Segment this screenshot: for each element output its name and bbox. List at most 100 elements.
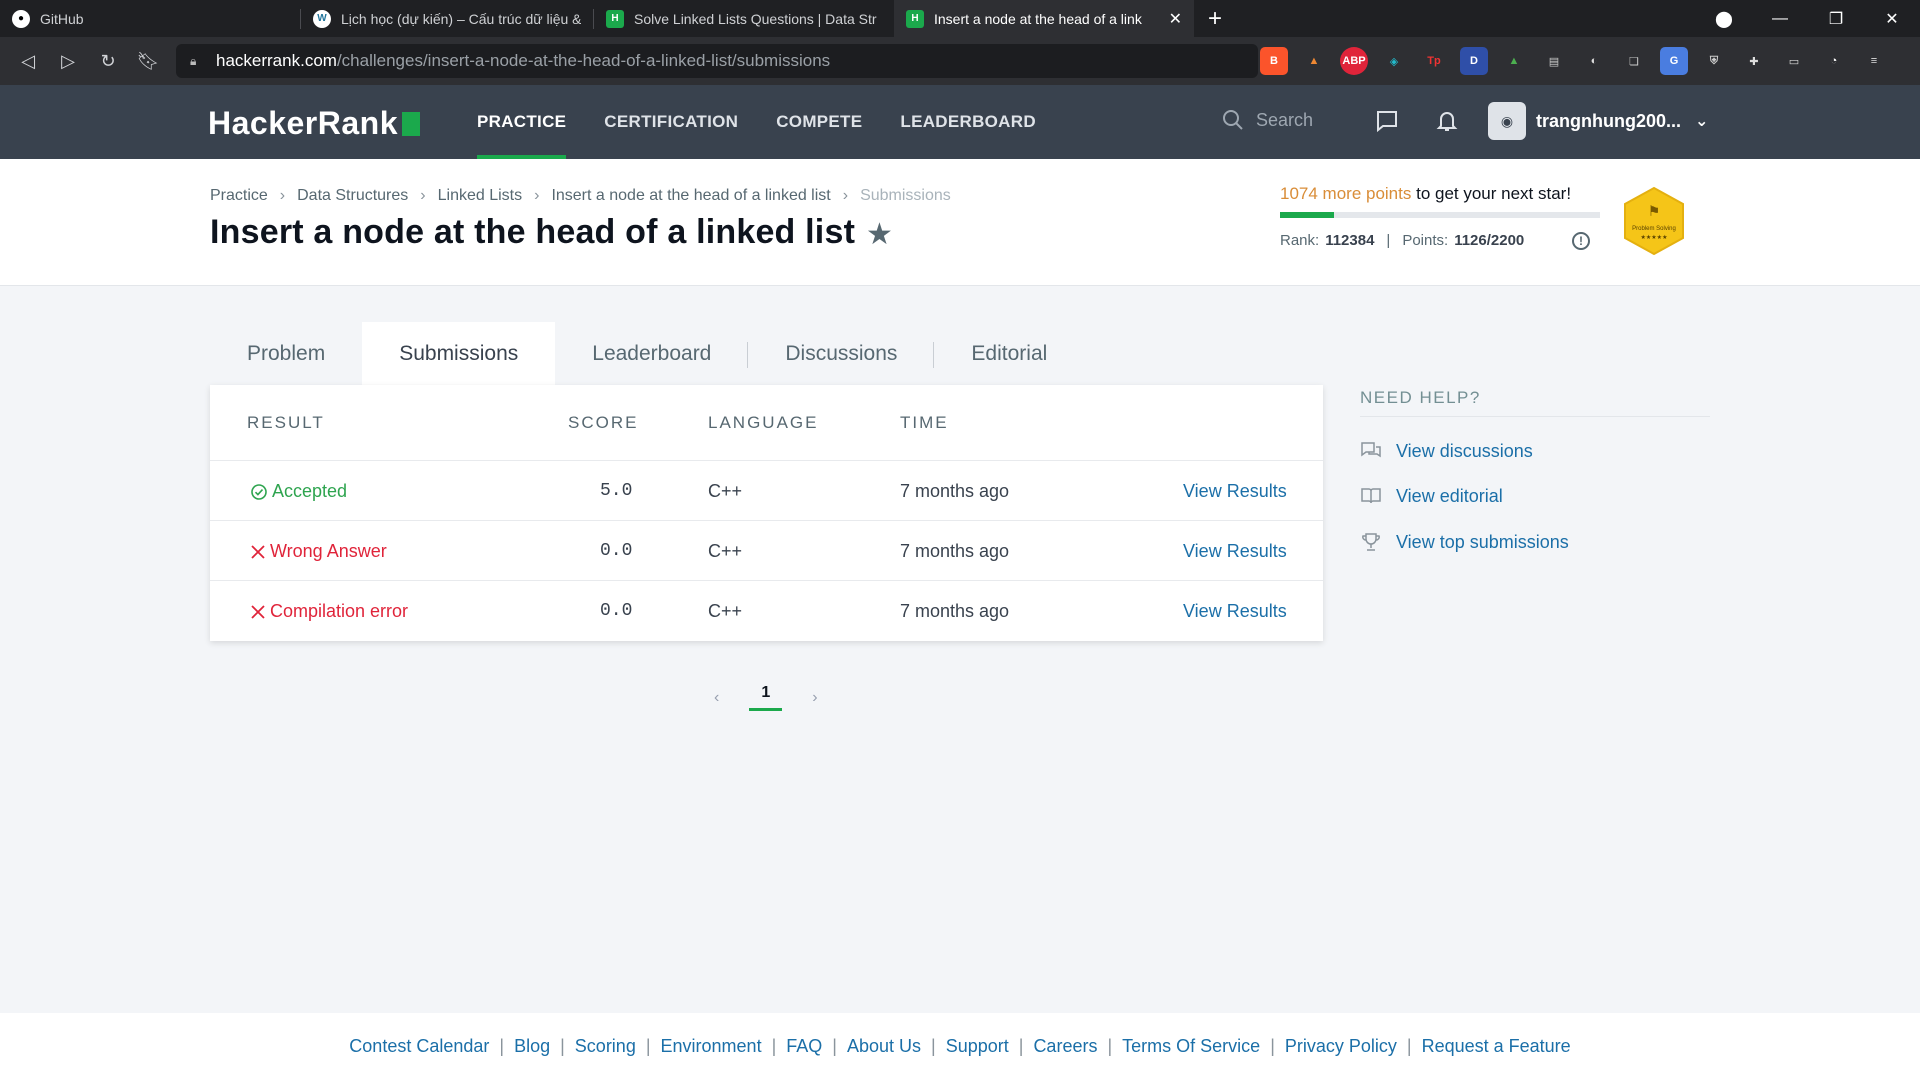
search-box[interactable]: Search [1222, 109, 1313, 131]
user-menu[interactable]: ◉ trangnhung200... ⌄ [1488, 102, 1708, 140]
bell-icon[interactable] [1434, 109, 1460, 135]
language-cell: C++ [708, 481, 743, 501]
close-tab-icon[interactable]: ✕ [1169, 9, 1182, 29]
star-progress-fill [1280, 212, 1335, 218]
extension-tp-icon[interactable]: Tp [1420, 47, 1448, 75]
footer-separator: | [1270, 1036, 1275, 1056]
tab-leaderboard[interactable]: Leaderboard [555, 322, 749, 386]
view-editorial-link[interactable]: View editorial [1360, 485, 1503, 507]
wordpress-icon: W [313, 9, 331, 28]
page-number[interactable]: 1 [749, 684, 783, 711]
wallet-icon[interactable]: ▭ [1780, 47, 1808, 75]
tab-editorial[interactable]: Editorial [934, 322, 1084, 386]
google-translate-icon[interactable]: G [1660, 47, 1688, 75]
breadcrumb-linked-lists[interactable]: Linked Lists [438, 187, 523, 205]
extension-shield-icon[interactable]: ⛨ [1700, 47, 1728, 75]
forward-icon[interactable]: ▷ [48, 51, 88, 72]
browser-tab-insert-node[interactable]: H Insert a node at the head of a link ✕ [894, 0, 1194, 37]
nav-certification[interactable]: CERTIFICATION [604, 85, 738, 159]
help-link-label: View editorial [1396, 485, 1503, 506]
breadcrumb-challenge[interactable]: Insert a node at the head of a linked li… [551, 187, 830, 205]
badge-label: Problem Solving [1632, 226, 1676, 232]
new-tab-icon[interactable]: + [1208, 5, 1222, 33]
footer-separator: | [560, 1036, 565, 1056]
browser-tab-lich-hoc[interactable]: W Lịch học (dự kiến) – Cấu trúc dữ liệu … [301, 0, 593, 37]
chevron-right-icon: › [842, 187, 849, 204]
extension-keyboard-icon[interactable]: ▤ [1540, 47, 1568, 75]
footer-link[interactable]: Terms Of Service [1122, 1036, 1260, 1057]
nav-leaderboard[interactable]: LEADERBOARD [900, 85, 1036, 159]
score-cell: 5.0 [600, 481, 633, 501]
back-icon[interactable]: ◁ [8, 51, 48, 72]
footer-link[interactable]: Contest Calendar [349, 1036, 489, 1057]
discussion-icon [1361, 442, 1381, 458]
extension-globe-icon[interactable]: ◐ [1580, 47, 1608, 75]
reload-icon[interactable]: ↻ [88, 51, 128, 72]
view-results-link[interactable]: View Results [1183, 541, 1287, 562]
extension-d-icon[interactable]: D [1460, 47, 1488, 75]
google-drive-icon[interactable]: ▲ [1500, 47, 1528, 75]
browser-tab-github[interactable]: ● GitHub [0, 0, 300, 37]
breadcrumb-data-structures[interactable]: Data Structures [297, 187, 408, 205]
view-results-link[interactable]: View Results [1183, 601, 1287, 622]
brave-rewards-icon[interactable]: ▲ [1300, 47, 1328, 75]
footer-link[interactable]: Blog [514, 1036, 550, 1057]
footer-link[interactable]: FAQ [786, 1036, 822, 1057]
submissions-table: RESULT SCORE LANGUAGE TIME Accepted 5.0 … [210, 385, 1323, 641]
time-cell: 7 months ago [900, 481, 1010, 501]
nav-practice[interactable]: PRACTICE [477, 85, 567, 159]
footer-link[interactable]: About Us [847, 1036, 921, 1057]
points-value: 1126/2200 [1454, 232, 1525, 249]
browser-menu-icon[interactable]: ⬤ [1696, 9, 1752, 29]
tab-label: Discussions [785, 342, 898, 365]
footer-link[interactable]: Scoring [575, 1036, 636, 1057]
restore-icon[interactable]: ❐ [1808, 9, 1864, 29]
footer-link[interactable]: Privacy Policy [1285, 1036, 1397, 1057]
chevron-right-icon[interactable]: › [812, 689, 817, 707]
tab-discussions[interactable]: Discussions [748, 322, 935, 386]
language-cell: C++ [708, 601, 743, 621]
footer-link[interactable]: Request a Feature [1422, 1036, 1571, 1057]
hackerrank-logo[interactable]: HackerRank [208, 105, 420, 142]
extension-icon[interactable]: ◈ [1380, 47, 1408, 75]
close-icon [251, 544, 265, 559]
nav-compete[interactable]: COMPETE [776, 85, 862, 159]
info-icon[interactable]: ! [1572, 232, 1590, 250]
close-window-icon[interactable]: ✕ [1864, 9, 1920, 29]
footer-link[interactable]: Careers [1033, 1036, 1097, 1057]
chevron-left-icon[interactable]: ‹ [714, 689, 719, 707]
browser-toolbar: ◁ ▷ ↻ 🔖︎ 🔒︎ hackerrank.com/challenges/in… [0, 37, 1920, 85]
help-link-label: View top submissions [1396, 531, 1569, 552]
tab-problem[interactable]: Problem [210, 322, 362, 386]
messages-icon[interactable] [1374, 109, 1400, 135]
page-title: Insert a node at the head of a linked li… [210, 213, 856, 251]
breadcrumb-practice[interactable]: Practice [210, 187, 268, 205]
url-bar[interactable]: 🔒︎ hackerrank.com/challenges/insert-a-no… [176, 44, 1258, 78]
bookmark-star-icon[interactable]: ★ [866, 217, 893, 252]
tab-label: Submissions [399, 342, 519, 365]
profile-icon[interactable]: ◔ [1820, 47, 1848, 75]
view-results-link[interactable]: View Results [1183, 481, 1287, 502]
view-top-submissions-link[interactable]: View top submissions [1360, 531, 1569, 553]
browser-menu-icon[interactable]: ≡ [1860, 47, 1888, 75]
puzzle-icon[interactable]: ✚ [1740, 47, 1768, 75]
adblock-icon[interactable]: ABP [1340, 47, 1368, 75]
footer-separator: | [771, 1036, 777, 1056]
footer-separator: | [1018, 1036, 1024, 1056]
extension-pages-icon[interactable]: ❏ [1620, 47, 1648, 75]
tab-title: Solve Linked Lists Questions | Data Str [634, 10, 877, 27]
help-link-label: View discussions [1396, 440, 1533, 461]
url-path: /challenges/insert-a-node-at-the-head-of… [336, 51, 831, 70]
tab-title: Insert a node at the head of a link [934, 10, 1142, 27]
footer-separator: | [931, 1036, 936, 1056]
problem-solving-badge[interactable]: ⚑ Problem Solving ★★★★★ [1622, 186, 1686, 256]
browser-tab-solve-linked-lists[interactable]: H Solve Linked Lists Questions | Data St… [594, 0, 894, 37]
tab-submissions[interactable]: Submissions [362, 322, 556, 386]
footer-link[interactable]: Support [946, 1036, 1009, 1057]
brave-shield-icon[interactable]: B [1260, 47, 1288, 75]
footer-link[interactable]: Environment [661, 1036, 762, 1057]
minimize-icon[interactable]: — [1752, 10, 1808, 28]
view-discussions-link[interactable]: View discussions [1360, 440, 1533, 462]
help-divider [1360, 416, 1710, 417]
bookmark-icon[interactable]: 🔖︎ [128, 51, 168, 72]
